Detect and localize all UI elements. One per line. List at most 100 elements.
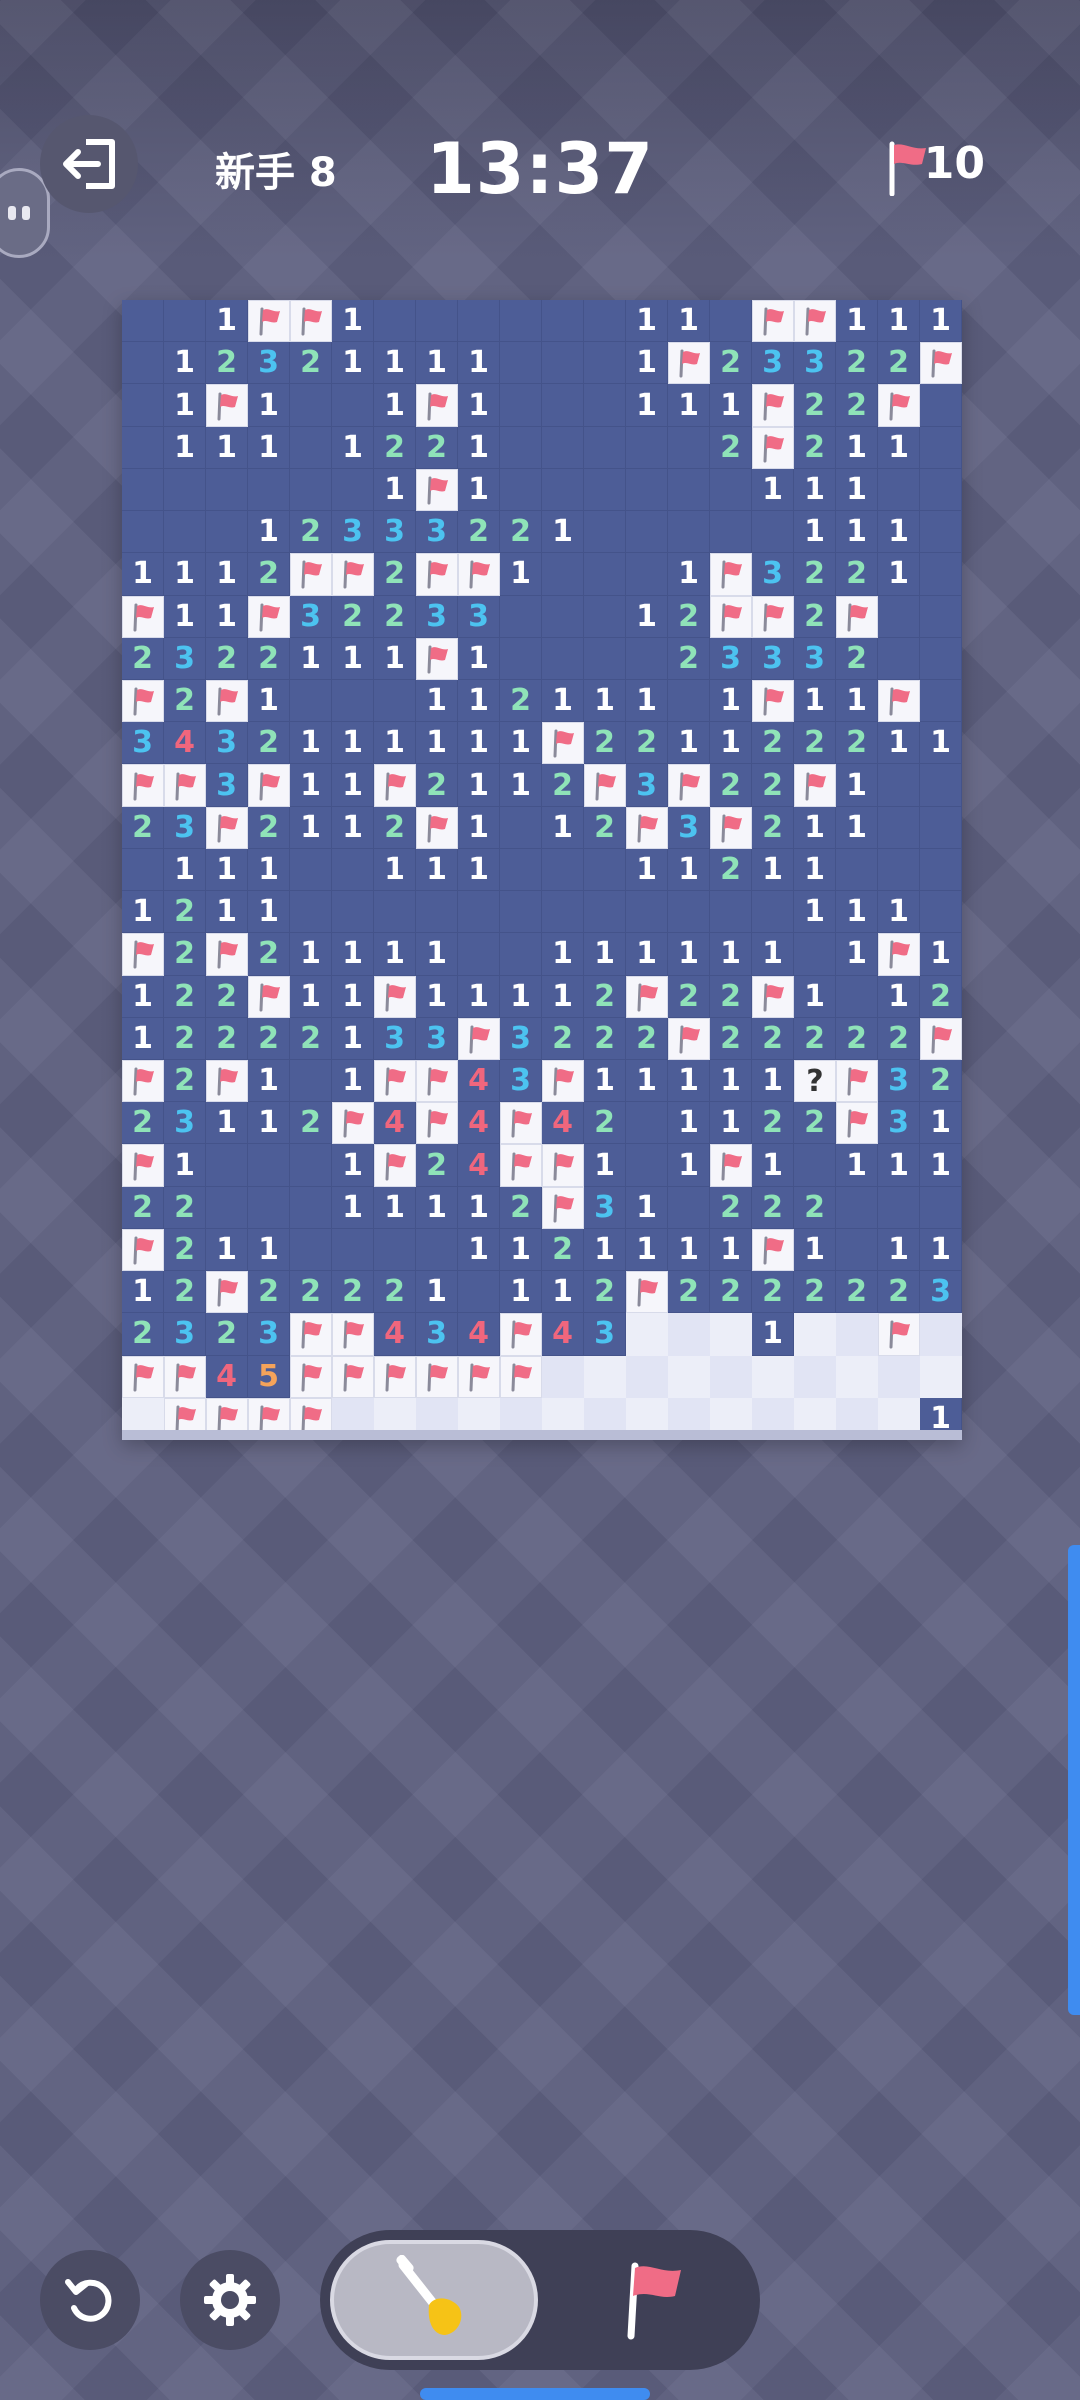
number-cell[interactable]: 1	[584, 933, 626, 976]
empty-cell[interactable]	[332, 1228, 374, 1272]
flagged-cell[interactable]	[248, 300, 290, 343]
number-cell[interactable]: 2	[206, 342, 248, 385]
number-cell[interactable]: 1	[500, 722, 542, 765]
number-cell[interactable]: 2	[584, 806, 626, 849]
empty-cell[interactable]	[920, 468, 962, 512]
flagged-cell[interactable]	[836, 1060, 878, 1103]
empty-cell[interactable]	[374, 891, 416, 934]
hidden-cell[interactable]	[794, 1313, 836, 1356]
number-cell[interactable]: 1	[500, 553, 542, 596]
number-cell[interactable]: 2	[752, 1271, 794, 1314]
flagged-cell[interactable]	[752, 680, 794, 723]
flagged-cell[interactable]	[416, 806, 458, 849]
empty-cell[interactable]	[500, 891, 542, 934]
flagged-cell[interactable]	[164, 1355, 206, 1398]
number-cell[interactable]: 2	[794, 595, 836, 638]
flagged-cell[interactable]	[416, 1355, 458, 1398]
number-cell[interactable]: 1	[584, 1228, 626, 1272]
number-cell[interactable]: 1	[752, 933, 794, 976]
number-cell[interactable]: 1	[836, 933, 878, 976]
number-cell[interactable]: 1	[374, 468, 416, 512]
empty-cell[interactable]	[542, 848, 584, 892]
empty-cell[interactable]	[584, 848, 626, 892]
number-cell[interactable]: 3	[416, 595, 458, 638]
number-cell[interactable]: 2	[920, 1060, 962, 1103]
empty-cell[interactable]	[584, 342, 626, 385]
flagged-cell[interactable]	[374, 764, 416, 807]
number-cell[interactable]: 2	[752, 1186, 794, 1229]
number-cell[interactable]: 2	[290, 1102, 332, 1145]
number-cell[interactable]: 1	[794, 511, 836, 554]
number-cell[interactable]: 3	[752, 342, 794, 385]
number-cell[interactable]: 1	[626, 1228, 668, 1272]
question-cell[interactable]: ?	[794, 1060, 836, 1103]
number-cell[interactable]: 3	[164, 1313, 206, 1356]
number-cell[interactable]: 3	[458, 595, 500, 638]
number-cell[interactable]: 1	[458, 806, 500, 849]
number-cell[interactable]: 1	[122, 1271, 164, 1314]
number-cell[interactable]: 2	[752, 722, 794, 765]
empty-cell[interactable]	[542, 300, 584, 343]
number-cell[interactable]: 1	[668, 1102, 710, 1145]
flagged-cell[interactable]	[332, 553, 374, 596]
number-cell[interactable]: 1	[668, 553, 710, 596]
number-cell[interactable]: 1	[542, 933, 584, 976]
number-cell[interactable]: 1	[290, 764, 332, 807]
empty-cell[interactable]	[668, 1186, 710, 1229]
flagged-cell[interactable]	[626, 975, 668, 1018]
empty-cell[interactable]	[500, 806, 542, 849]
number-cell[interactable]: 1	[248, 1228, 290, 1272]
empty-cell[interactable]	[920, 511, 962, 554]
number-cell[interactable]: 2	[248, 806, 290, 849]
number-cell[interactable]: 1	[164, 848, 206, 892]
empty-cell[interactable]	[836, 975, 878, 1018]
number-cell[interactable]: 1	[500, 1228, 542, 1272]
flagged-cell[interactable]	[332, 1313, 374, 1356]
flagged-cell[interactable]	[542, 1060, 584, 1103]
number-cell[interactable]: 4	[458, 1102, 500, 1145]
number-cell[interactable]: 1	[206, 553, 248, 596]
flagged-cell[interactable]	[752, 384, 794, 427]
empty-cell[interactable]	[542, 426, 584, 469]
number-cell[interactable]: 1	[542, 680, 584, 723]
number-cell[interactable]: 3	[752, 637, 794, 680]
number-cell[interactable]: 2	[164, 1186, 206, 1229]
number-cell[interactable]: 2	[668, 595, 710, 638]
flagged-cell[interactable]	[878, 933, 920, 976]
number-cell[interactable]: 1	[248, 891, 290, 934]
number-cell[interactable]: 1	[416, 1271, 458, 1314]
scroll-indicator[interactable]	[1068, 1545, 1080, 2015]
empty-cell[interactable]	[122, 300, 164, 343]
empty-cell[interactable]	[626, 1144, 668, 1187]
number-cell[interactable]: 2	[164, 680, 206, 723]
number-cell[interactable]: 2	[836, 637, 878, 680]
empty-cell[interactable]	[332, 891, 374, 934]
number-cell[interactable]: 2	[416, 426, 458, 469]
empty-cell[interactable]	[584, 891, 626, 934]
empty-cell[interactable]	[878, 806, 920, 849]
flagged-cell[interactable]	[206, 384, 248, 427]
number-cell[interactable]: 1	[248, 848, 290, 892]
number-cell[interactable]: 2	[584, 1017, 626, 1060]
number-cell[interactable]: 4	[458, 1060, 500, 1103]
empty-cell[interactable]	[878, 468, 920, 512]
flagged-cell[interactable]	[500, 1313, 542, 1356]
empty-cell[interactable]	[290, 468, 332, 512]
number-cell[interactable]: 1	[668, 933, 710, 976]
hidden-cell[interactable]	[920, 1355, 962, 1398]
flagged-cell[interactable]	[878, 1313, 920, 1356]
flagged-cell[interactable]	[752, 595, 794, 638]
flagged-cell[interactable]	[374, 975, 416, 1018]
flagged-cell[interactable]	[374, 1060, 416, 1103]
empty-cell[interactable]	[668, 511, 710, 554]
number-cell[interactable]: 2	[752, 806, 794, 849]
empty-cell[interactable]	[500, 595, 542, 638]
number-cell[interactable]: 2	[248, 637, 290, 680]
empty-cell[interactable]	[500, 933, 542, 976]
flagged-cell[interactable]	[458, 1355, 500, 1398]
empty-cell[interactable]	[878, 1186, 920, 1229]
empty-cell[interactable]	[794, 933, 836, 976]
hidden-cell[interactable]	[542, 1355, 584, 1398]
hidden-cell[interactable]	[626, 1355, 668, 1398]
number-cell[interactable]: 3	[206, 722, 248, 765]
